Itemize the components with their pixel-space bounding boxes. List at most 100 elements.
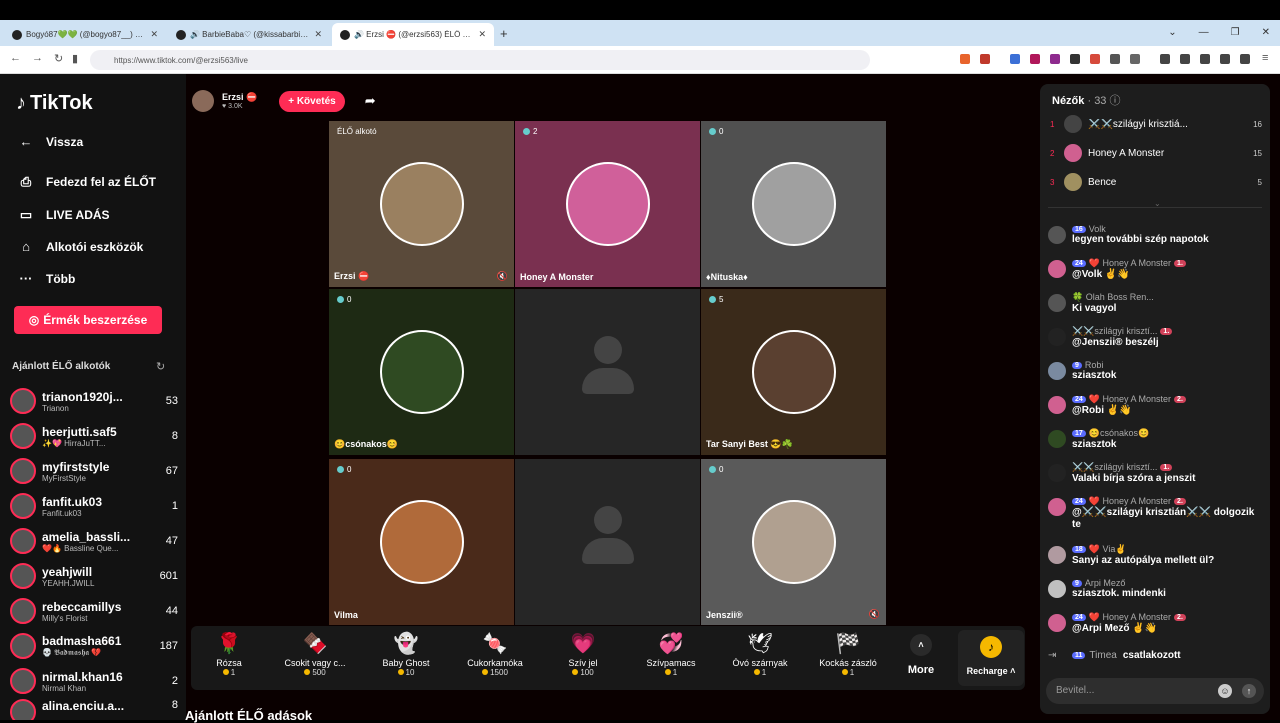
host-name[interactable]: Erzsi ⛔ [222, 92, 257, 103]
extension-icon[interactable] [1050, 54, 1060, 64]
extension-icon[interactable] [1130, 54, 1140, 64]
close-tab-icon[interactable]: ✕ [314, 29, 322, 40]
avatar[interactable] [1048, 614, 1066, 632]
extension-icon[interactable] [980, 54, 990, 64]
tab-search-icon[interactable]: ⌄ [1168, 27, 1176, 38]
guest-tile[interactable]: 0 Vilma [329, 459, 514, 625]
extensions-puzzle-icon[interactable] [1110, 54, 1120, 64]
recharge-button[interactable]: ♪ Recharge ˄ [958, 630, 1024, 686]
avatar[interactable] [1048, 294, 1066, 312]
sidebar-item-explore[interactable]: ⎙ Fedezd fel az ÉLŐT [18, 174, 156, 190]
guest-tile[interactable]: ÉLŐ alkotó Erzsi ⛔ 🔇 [329, 121, 514, 287]
leo-icon[interactable] [1220, 54, 1230, 64]
buy-coins-button[interactable]: ◎ Érmék beszerzése [14, 306, 162, 334]
send-icon[interactable]: ↑ [1242, 684, 1256, 698]
extension-icon[interactable] [1030, 54, 1040, 64]
avatar [10, 388, 36, 414]
url-field[interactable]: https://www.tiktok.com/@erzsi563/live [90, 50, 870, 70]
chat-message: 24 ❤️ Honey A Monster 2. @Robi ✌️👋 [1048, 394, 1264, 417]
sidebar-item-more[interactable]: ··· Több [18, 271, 76, 286]
creator-item[interactable]: amelia_bassli... ❤️🔥 Bassline Que... 47 [10, 524, 178, 558]
refresh-icon[interactable]: ↻ [156, 360, 165, 373]
gift-item[interactable]: 🏁 Kockás zászló 1 [805, 630, 891, 677]
creator-item[interactable]: myfirststyle MyFirstStyle 67 [10, 454, 178, 488]
more-gifts-button[interactable]: ˄ More [904, 634, 938, 676]
back-link[interactable]: ← Vissza [18, 134, 84, 149]
reload-icon[interactable]: ↻ [54, 52, 63, 65]
creator-item[interactable]: fanfit.uk03 Fanfit.uk03 1 [10, 489, 178, 523]
viewer-badge-icon [709, 296, 716, 303]
top-viewer[interactable]: 2 Honey A Monster 15 [1050, 142, 1262, 164]
browser-tab-active[interactable]: 🔊 Erzsi ⛔ (@erzsi563) ÉLŐ adás ✕ [332, 23, 494, 46]
avatar [1064, 144, 1082, 162]
avatar[interactable] [1048, 498, 1066, 516]
extension-icon[interactable] [1010, 54, 1020, 64]
avatar[interactable] [1048, 430, 1066, 448]
extension-icon[interactable] [1090, 54, 1100, 64]
close-tab-icon[interactable]: ✕ [150, 29, 158, 40]
avatar[interactable] [1048, 226, 1066, 244]
creator-item[interactable]: badmasha661 💀 𝕭𝖆𝖉𝖒𝖆𝖘𝖍𝖆 💔 187 [10, 629, 178, 663]
guest-tile[interactable]: 5 Tar Sanyi Best 😎☘️ [701, 289, 886, 455]
avatar [10, 633, 36, 659]
new-tab-icon[interactable]: + [500, 26, 508, 41]
avatar[interactable] [1048, 580, 1066, 598]
tiktok-logo[interactable]: ♪ TikTok [16, 92, 93, 115]
close-tab-icon[interactable]: ✕ [478, 29, 486, 40]
browser-tab[interactable]: Bogyó87💚💚 (@bogyo87__) ÉLŐ adás ✕ [4, 23, 166, 46]
back-arrow-icon[interactable]: ← [10, 52, 21, 64]
avatar[interactable] [1048, 464, 1066, 482]
avatar[interactable] [1048, 328, 1066, 346]
sidebar-item-live[interactable]: ▭ LIVE ADÁS [18, 207, 110, 223]
gift-item[interactable]: 🍬 Cukorkamóka 1500 [452, 630, 538, 677]
guest-tile[interactable]: 0 😊csónakos😊 [329, 289, 514, 455]
sidebar-item-creator-tools[interactable]: ⌂ Alkotói eszközök [18, 239, 143, 254]
avatar[interactable] [1048, 260, 1066, 278]
guest-tile[interactable]: 0 ♦Nituska♦ [701, 121, 886, 287]
empty-seat[interactable] [515, 289, 700, 455]
creator-item[interactable]: heerjutti.saf5 ✨💖 HirraJuTT... 8 [10, 419, 178, 453]
sidebar-toggle-icon[interactable] [1180, 54, 1190, 64]
top-viewer[interactable]: 1 ⚔️⚔️szilágyi krisztiá... 16 [1050, 113, 1262, 135]
gift-item[interactable]: 💗 Szív jel 100 [540, 630, 626, 677]
follow-button[interactable]: + Követés [279, 90, 345, 112]
wallet-icon[interactable] [1200, 54, 1210, 64]
guest-tile[interactable]: 0 Jenszii® 🔇 [701, 459, 886, 625]
browser-tab[interactable]: 🔊 BarbieBaba♡ (@kissabarbie) ÉLŐ adás ✕ [168, 23, 330, 46]
avatar[interactable] [1048, 546, 1066, 564]
extension-icon[interactable] [1070, 54, 1080, 64]
vpn-icon[interactable] [1240, 54, 1250, 64]
host-avatar[interactable] [192, 90, 214, 112]
creator-item[interactable]: yeahjwill YEAHH.JWILL 601 [10, 559, 178, 593]
more-icon: ··· [19, 271, 33, 286]
window-close-icon[interactable]: ✕ [1262, 27, 1270, 38]
bookmark-icon[interactable]: ▮ [72, 52, 78, 65]
creator-item[interactable]: rebeccamillys Milly's Florist 44 [10, 594, 178, 628]
gift-item[interactable]: 👻 Baby Ghost 10 [363, 630, 449, 677]
gift-item[interactable]: 🕊 Óvó szárnyak 1 [717, 630, 803, 677]
coin-icon [304, 669, 311, 675]
top-viewer[interactable]: 3 Bence 5 [1050, 171, 1262, 193]
avatar[interactable] [1048, 396, 1066, 414]
creator-item[interactable]: nirmal.khan16 Nirmal Khan 2 [10, 664, 178, 698]
creator-item[interactable]: alina.enciu.a... 8 [10, 699, 178, 720]
guest-avatar [379, 330, 464, 414]
avatar [1064, 115, 1082, 133]
restore-icon[interactable]: ❐ [1231, 27, 1240, 38]
minimize-icon[interactable]: — [1199, 27, 1209, 38]
gift-item[interactable]: 🌹 Rózsa 1 [186, 630, 272, 677]
guest-avatar [751, 162, 836, 246]
brave-shield-icon[interactable] [960, 54, 970, 64]
forward-arrow-icon[interactable]: → [32, 52, 43, 64]
avatar[interactable] [1048, 362, 1066, 380]
creator-item[interactable]: trianon1920j... Trianon 53 [10, 384, 178, 418]
guest-tile[interactable]: 2 Honey A Monster [515, 121, 700, 287]
menu-icon[interactable]: ≡ [1262, 52, 1268, 64]
emoji-icon[interactable]: ☺ [1218, 684, 1232, 698]
viewers-header[interactable]: Nézők · 33 ⓘ [1052, 92, 1121, 108]
gift-item[interactable]: 💞 Szívpamacs 1 [628, 630, 714, 677]
media-icon[interactable] [1160, 54, 1170, 64]
gift-item[interactable]: 🍫 Csokit vagy c... 500 [272, 630, 358, 677]
empty-seat[interactable] [515, 459, 700, 625]
share-icon[interactable]: ➦ [365, 93, 376, 109]
